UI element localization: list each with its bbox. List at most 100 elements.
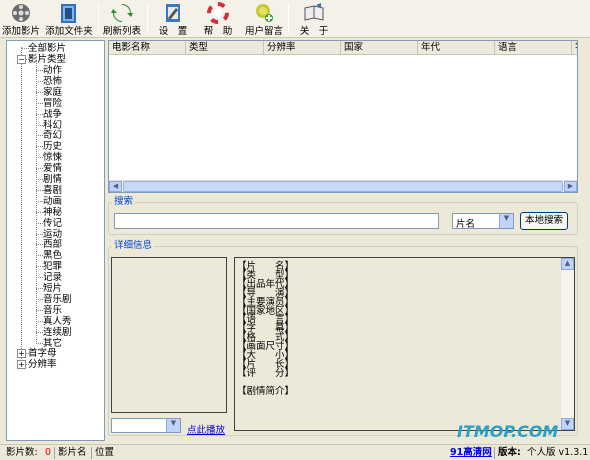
tree-item-genre[interactable]: 奇幻 [43,130,62,141]
local-search-button[interactable]: 本地搜索 [520,212,568,230]
tree-item-genre[interactable]: 动作 [43,65,62,76]
tree-item-genre[interactable]: 真人秀 [43,316,72,327]
tree-branch-line [36,320,43,322]
add-movie-button[interactable]: 添加影片 [1,1,41,37]
help-button[interactable]: 帮 助 [198,1,238,37]
status-divider [91,447,92,459]
version-label: 版本: [498,447,521,458]
tree-item-genre[interactable]: 历史 [43,141,62,152]
about-label: 关 于 [299,26,329,37]
info-vertical-scrollbar[interactable]: ▲ ▼ [561,258,574,430]
add-folder-button[interactable]: 添加文件夹 [44,1,94,37]
folder-film-icon [61,4,76,23]
tree-item-genre[interactable]: 剧情 [43,174,62,185]
toolbar-separator [288,4,289,34]
movie-list[interactable]: 电影名称 类型 分辨率 国家 年代 语言 字 ◀ ▶ [108,40,578,193]
refresh-label: 刷新列表 [102,26,141,37]
tree-branch-line [36,157,43,159]
tree-branch-line [36,233,43,235]
guestbook-label: 用户留言 [244,26,283,37]
movie-info-panel: ▲ ▼ 【片 名】 【类 型】 【出品年代】 【导 演】 【主要演员】 【国家地区】 【语 … [234,257,575,431]
tree-item-genre[interactable]: 西部 [43,239,62,250]
tree-branch-line [36,113,43,115]
movie-count-value: 0 [45,447,52,458]
scroll-left-icon[interactable]: ◀ [109,181,122,192]
tree-item-genre[interactable]: 喜剧 [43,185,62,196]
list-header: 电影名称 类型 分辨率 国家 年代 语言 字 [109,41,577,55]
tree-branch-line [36,179,43,180]
tree-item-genre[interactable]: 恐怖 [43,76,62,87]
tree-item-genre[interactable]: 传记 [43,218,62,229]
player-select[interactable]: ▼ [111,418,181,433]
tree-branch-line [36,135,43,137]
tree-item-genre[interactable]: 音乐剧 [43,294,72,305]
refresh-icon [111,4,133,22]
play-link[interactable]: 点此播放 [187,422,225,436]
toolbar: 添加影片 添加文件夹 刷新列表 设 置 帮 助 用户留言 关 于 [0,0,590,38]
movie-name-label: 影片名 [58,447,87,458]
user-message-icon [256,4,273,22]
column-header-subtitle[interactable]: 字 [572,41,577,55]
about-button[interactable]: 关 于 [292,1,336,37]
tree-expand-icon[interactable]: + [17,360,26,369]
tree-item-genre[interactable]: 科幻 [43,120,62,131]
tree-branch-line [36,309,43,311]
column-header-type[interactable]: 类型 [186,41,264,55]
chevron-down-icon[interactable]: ▼ [499,214,513,228]
tree-item-genre[interactable]: 运动 [43,229,62,240]
refresh-button[interactable]: 刷新列表 [101,1,143,37]
search-field-select[interactable]: 片名 ▼ [452,213,514,230]
scroll-up-icon[interactable]: ▲ [561,258,574,270]
tree-item-genre[interactable]: 神秘 [43,207,62,218]
tree-item-genre[interactable]: 冒险 [43,98,62,109]
column-header-resolution[interactable]: 分辨率 [264,41,341,55]
tree-item-genre[interactable]: 惊悚 [43,152,62,163]
scroll-down-icon[interactable]: ▼ [561,418,574,430]
scroll-thumb[interactable] [123,181,563,192]
column-header-year[interactable]: 年代 [418,41,495,55]
tree-expand-icon[interactable]: + [17,349,26,358]
chevron-down-icon[interactable]: ▼ [166,419,180,432]
book-icon [304,3,324,21]
list-horizontal-scrollbar[interactable]: ◀ ▶ [109,180,577,192]
tree-item-movie-types[interactable]: 影片类型 [28,54,66,65]
info-field-label: 【剧情简介】 [237,385,295,397]
tree-branch-line [36,124,43,126]
status-bar: 影片数: 0 影片名 位置 91高清网 版本: 个人版 v1.3.1 [0,444,590,460]
tree-item-genre[interactable]: 连续剧 [43,327,72,338]
tree-item-genre[interactable]: 家庭 [43,87,62,98]
help-label: 帮 助 [203,26,233,37]
column-header-country[interactable]: 国家 [341,41,418,55]
guestbook-button[interactable]: 用户留言 [243,1,285,37]
tree-branch-line [36,91,43,93]
tree-item-genre[interactable]: 犯罪 [43,261,62,272]
column-header-title[interactable]: 电影名称 [109,41,186,55]
tree-branch-line [36,288,43,289]
tree-branch-line [36,168,43,170]
toolbar-separator [147,4,148,34]
site-link[interactable]: 91高清网 [450,445,492,460]
settings-label: 设 置 [158,26,188,37]
tree-collapse-icon[interactable]: − [17,55,26,64]
tree-item-resolution[interactable]: 分辨率 [28,359,57,370]
tree-item-all-movies[interactable]: 全部影片 [28,43,66,54]
tree-item-genre[interactable]: 记录 [43,272,62,283]
tree-branch-line [36,146,43,148]
add-folder-label: 添加文件夹 [45,26,93,37]
tree-item-genre[interactable]: 动画 [43,196,62,207]
tree-item-genre[interactable]: 音乐 [43,305,62,316]
tree-item-initial[interactable]: 首字母 [28,348,57,359]
tree-item-genre[interactable]: 爱情 [43,163,62,174]
tree-branch-line [36,102,43,104]
tree-branch-line [36,211,43,213]
settings-button[interactable]: 设 置 [153,1,193,37]
tree-item-genre[interactable]: 短片 [43,283,62,294]
tree-item-genre[interactable]: 黑色 [43,250,62,261]
tree-branch-line [36,189,43,191]
search-input[interactable] [114,213,439,229]
tree-item-genre[interactable]: 其它 [43,338,62,349]
tree-branch-line [36,255,43,257]
scroll-right-icon[interactable]: ▶ [564,181,577,192]
tree-item-genre[interactable]: 战争 [43,109,62,120]
column-header-language[interactable]: 语言 [495,41,572,55]
